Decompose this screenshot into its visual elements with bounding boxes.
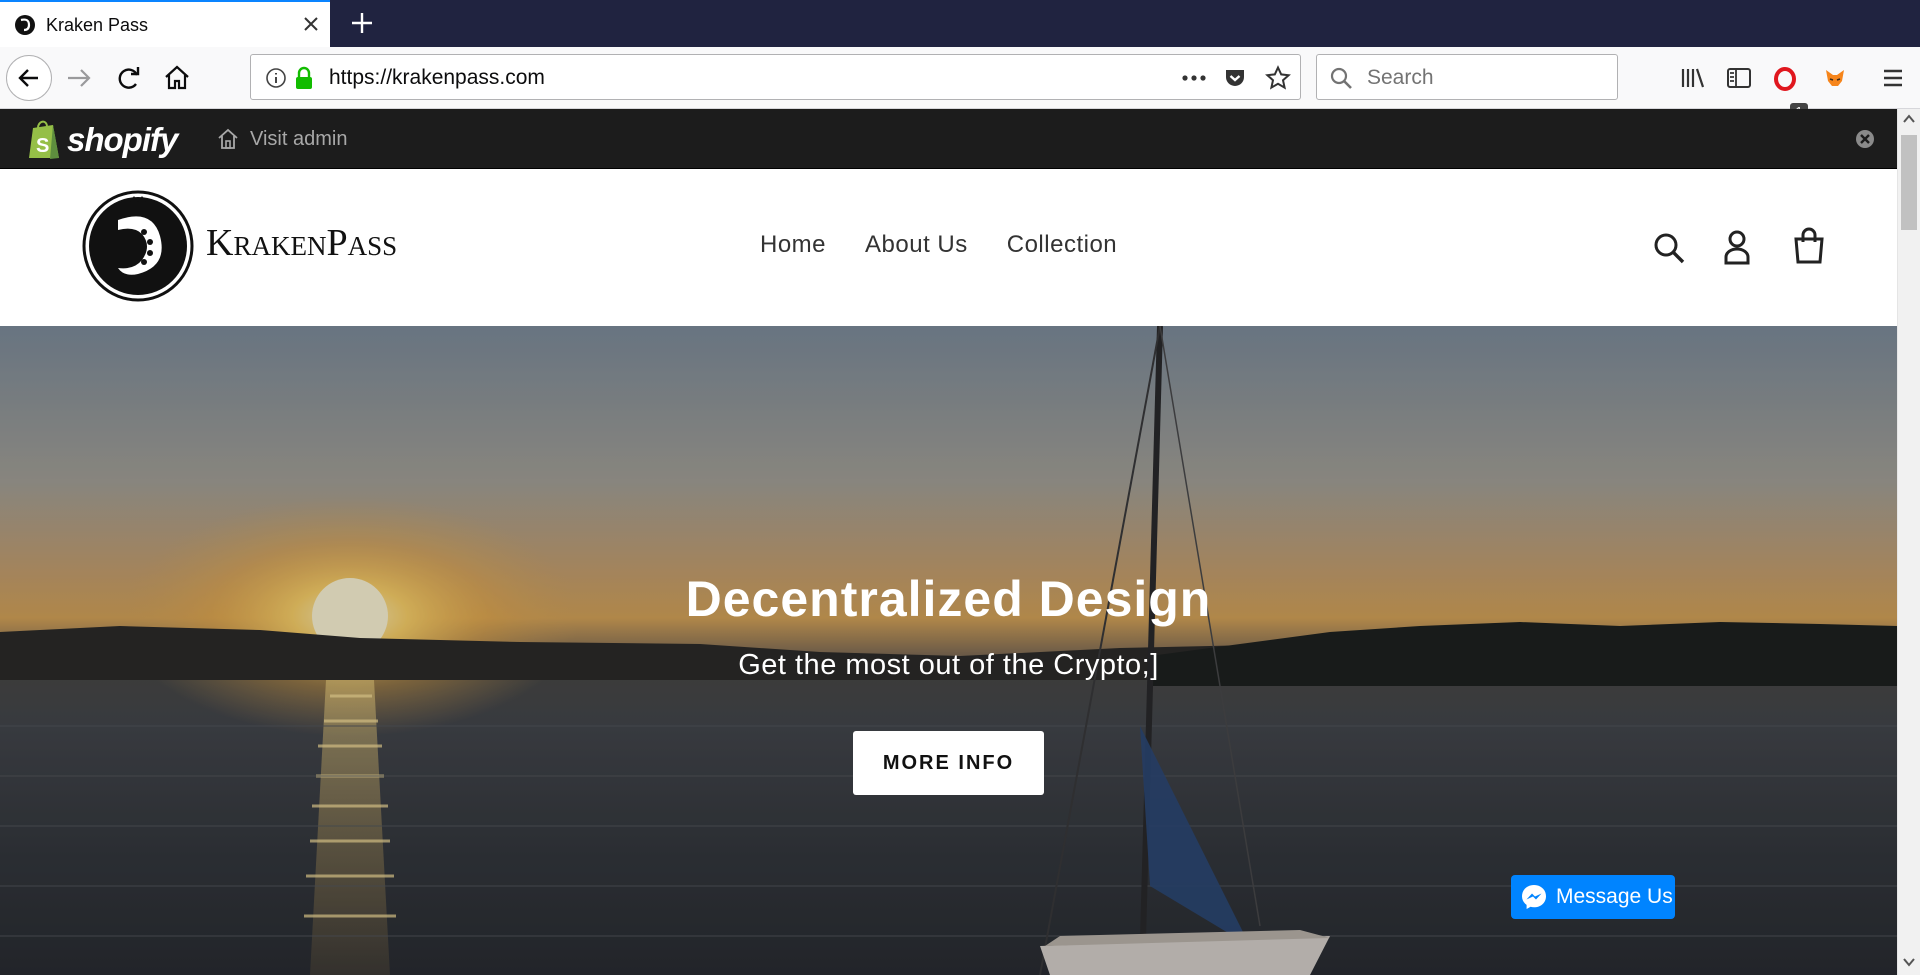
back-icon: [18, 69, 38, 87]
nav-collection[interactable]: Collection: [1007, 231, 1117, 259]
forward-icon[interactable]: [62, 61, 96, 95]
svg-text:S: S: [36, 135, 49, 157]
url-bar[interactable]: https://krakenpass.com: [250, 54, 1301, 100]
lock-icon[interactable]: [293, 66, 315, 90]
reload-icon[interactable]: [112, 61, 146, 95]
navigation-toolbar: https://krakenpass.com 1: [0, 47, 1920, 121]
bookmark-star-icon[interactable]: [1265, 65, 1291, 91]
store-name[interactable]: KrakenPass: [206, 221, 397, 265]
nav-about-us[interactable]: About Us: [865, 231, 968, 259]
more-info-button[interactable]: MORE INFO: [853, 731, 1044, 795]
info-icon[interactable]: [265, 67, 287, 89]
kraken-favicon-icon: [15, 15, 35, 35]
url-text[interactable]: https://krakenpass.com: [329, 66, 545, 90]
hero-subtitle: Get the most out of the Crypto;]: [738, 649, 1159, 681]
hamburger-menu-icon[interactable]: [1876, 61, 1910, 95]
tab-strip: Kraken Pass: [0, 0, 1920, 47]
main-nav: Home About Us Collection: [760, 231, 1117, 259]
cart-icon[interactable]: [1792, 227, 1826, 265]
shopify-wordmark: shopify: [67, 121, 178, 158]
home-icon[interactable]: [160, 61, 194, 95]
search-bar[interactable]: [1316, 54, 1618, 100]
sidebar-icon[interactable]: [1722, 61, 1756, 95]
new-tab-icon[interactable]: [348, 9, 376, 37]
pocket-icon[interactable]: [1223, 66, 1247, 90]
close-admin-bar-icon[interactable]: [1855, 129, 1875, 149]
page-actions-icon[interactable]: [1181, 68, 1207, 88]
nav-home[interactable]: Home: [760, 231, 826, 259]
shopify-admin-bar: S shopify Visit admin: [0, 109, 1897, 169]
hero-title: Decentralized Design: [685, 571, 1212, 627]
library-icon[interactable]: [1675, 61, 1709, 95]
search-icon[interactable]: [1652, 231, 1686, 265]
store-name-first: Kraken: [206, 222, 327, 264]
tab-title: Kraken Pass: [46, 15, 149, 35]
metamask-icon[interactable]: [1818, 61, 1852, 95]
browser-tab[interactable]: Kraken Pass: [0, 0, 330, 47]
scroll-up-arrow-icon[interactable]: [1903, 114, 1915, 124]
close-tab-icon[interactable]: [300, 13, 322, 35]
message-us-button[interactable]: Message Us: [1511, 875, 1675, 919]
messenger-icon: [1522, 885, 1546, 909]
store-name-second: Pass: [326, 222, 398, 264]
page-scrollbar[interactable]: [1897, 109, 1920, 975]
hero-banner: Decentralized Design Get the most out of…: [0, 326, 1897, 975]
house-icon: [218, 128, 238, 149]
kraken-logo-icon[interactable]: [82, 190, 194, 302]
back-button[interactable]: [6, 55, 52, 101]
opera-icon[interactable]: [1770, 61, 1804, 95]
visit-admin-link[interactable]: Visit admin: [216, 123, 347, 155]
account-icon[interactable]: [1722, 229, 1752, 265]
visit-admin-label: Visit admin: [250, 127, 348, 150]
scrollbar-thumb[interactable]: [1901, 135, 1917, 230]
message-us-label: Message Us: [1556, 885, 1673, 908]
scroll-down-arrow-icon[interactable]: [1903, 957, 1915, 967]
search-icon: [1330, 67, 1352, 89]
shopify-bag-icon: S: [29, 120, 59, 159]
search-input[interactable]: [1365, 63, 1609, 93]
store-header: KrakenPass Home About Us Collection: [0, 169, 1897, 326]
